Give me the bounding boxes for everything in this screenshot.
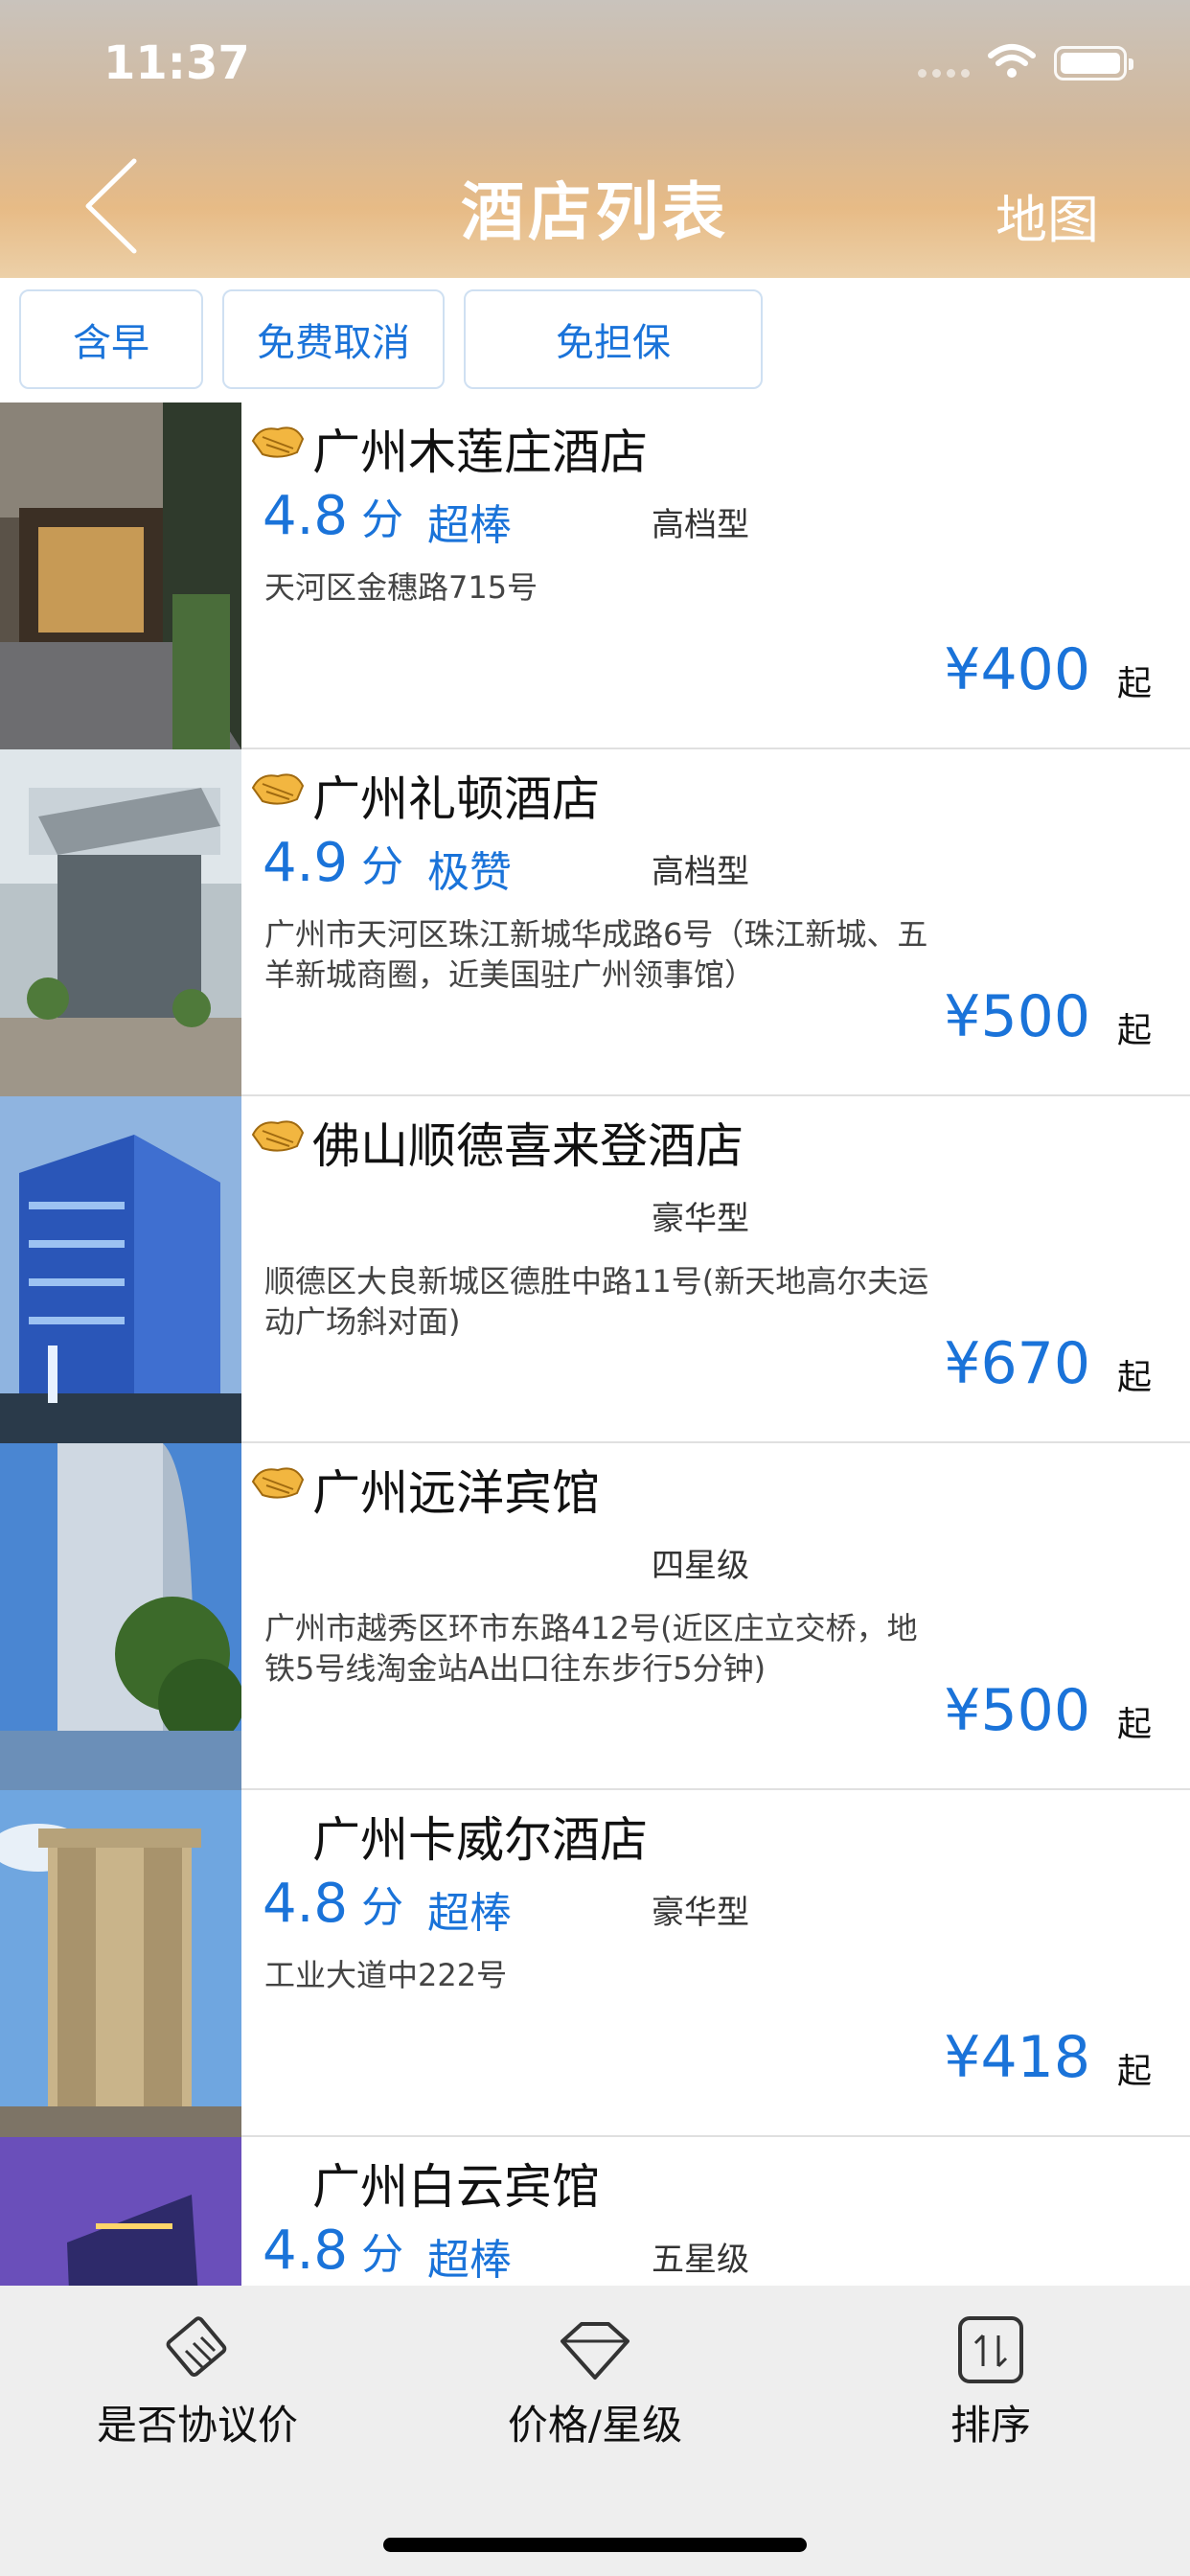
- sort-icon: [958, 2316, 1023, 2383]
- diamond-icon: [561, 2322, 629, 2380]
- rating-word: 超棒: [427, 2236, 512, 2285]
- hotel-score: 4.8 分: [263, 485, 404, 547]
- filter-bar: 含早 免费取消 免担保: [0, 278, 1190, 402]
- tab-agreement-price[interactable]: 是否协议价: [25, 2314, 370, 2451]
- hotel-name: 广州白云宾馆: [312, 2159, 600, 2215]
- hotel-card[interactable]: 广州卡威尔酒店 4.8 分 超棒 豪华型 工业大道中222号 ¥418 起: [0, 1790, 1190, 2137]
- agreement-handshake-icon: [251, 1467, 305, 1499]
- rating-word: 超棒: [427, 1889, 512, 1938]
- map-button[interactable]: 地图: [995, 177, 1099, 253]
- filter-chip-no-guarantee[interactable]: 免担保: [464, 289, 763, 389]
- hotel-address: 天河区金穗路715号: [264, 569, 538, 606]
- hotel-address: 广州市天河区珠江新城华成路6号（珠江新城、五羊新城商圈，近美国驻广州领事馆）: [264, 916, 928, 993]
- hotel-score: 4.8 分: [263, 2220, 404, 2282]
- price-suffix: 起: [1116, 1011, 1152, 1050]
- rating-word: 超棒: [427, 501, 512, 550]
- hotel-photo: [0, 1096, 241, 1443]
- hotel-photo: [0, 402, 241, 749]
- tab-sort[interactable]: 排序: [818, 2314, 1163, 2451]
- hotel-photo: [0, 1443, 241, 1790]
- price-suffix: 起: [1116, 1705, 1152, 1744]
- status-time: 11:37: [103, 36, 250, 90]
- hotel-name: 广州木莲庄酒店: [312, 425, 648, 480]
- tab-price-star[interactable]: 价格/星级: [423, 2314, 767, 2451]
- hotel-photo: [0, 1790, 241, 2137]
- home-indicator: [383, 2538, 807, 2552]
- hotel-score: 4.8 分: [263, 1873, 404, 1935]
- price-suffix: 起: [1116, 664, 1152, 703]
- battery-icon: [1054, 46, 1133, 80]
- hotel-grade: 高档型: [652, 853, 749, 891]
- hotel-price: ¥418: [944, 2024, 1090, 2091]
- hotel-card[interactable]: 佛山顺德喜来登酒店 豪华型 顺德区大良新城区德胜中路11号(新天地高尔夫运动广场…: [0, 1096, 1190, 1443]
- hotel-price: ¥670: [944, 1330, 1090, 1397]
- hotel-list[interactable]: 广州木莲庄酒店 4.8 分 超棒 高档型 天河区金穗路715号 ¥400 起 广州…: [0, 402, 1190, 2286]
- hotel-grade: 豪华型: [652, 1200, 749, 1238]
- tab-label: 价格/星级: [507, 2402, 683, 2449]
- hotel-address: 工业大道中222号: [264, 1957, 508, 1993]
- handshake-icon: [166, 2316, 227, 2378]
- hotel-name: 佛山顺德喜来登酒店: [312, 1118, 744, 1174]
- hotel-photo: [0, 749, 241, 1096]
- hotel-grade: 豪华型: [652, 1894, 749, 1932]
- hotel-card[interactable]: 广州远洋宾馆 四星级 广州市越秀区环市东路412号(近区庄立交桥，地铁5号线淘金…: [0, 1443, 1190, 1790]
- hotel-card[interactable]: 广州白云宾馆 4.8 分 超棒 五星级: [0, 2137, 1190, 2286]
- price-suffix: 起: [1116, 1358, 1152, 1397]
- hotel-address: 广州市越秀区环市东路412号(近区庄立交桥，地铁5号线淘金站A出口往东步行5分钟…: [264, 1610, 918, 1687]
- filter-chip-free-cancel[interactable]: 免费取消: [222, 289, 445, 389]
- agreement-handshake-icon: [251, 426, 305, 458]
- hotel-price: ¥400: [944, 636, 1090, 703]
- price-suffix: 起: [1116, 2052, 1152, 2091]
- filter-chip-breakfast[interactable]: 含早: [19, 289, 203, 389]
- agreement-handshake-icon: [251, 773, 305, 805]
- hotel-grade: 高档型: [652, 506, 749, 544]
- hotel-price: ¥500: [944, 983, 1090, 1050]
- hotel-card[interactable]: 广州木莲庄酒店 4.8 分 超棒 高档型 天河区金穗路715号 ¥400 起: [0, 402, 1190, 749]
- hotel-address: 顺德区大良新城区德胜中路11号(新天地高尔夫运动广场斜对面): [264, 1263, 929, 1340]
- hotel-grade: 四星级: [652, 1547, 749, 1585]
- signal-icon: [918, 69, 970, 78]
- hotel-name: 广州礼顿酒店: [312, 771, 600, 827]
- bottom-toolbar: 是否协议价 价格/星级 排序: [0, 2286, 1190, 2576]
- hotel-card[interactable]: 广州礼顿酒店 4.9 分 极赞 高档型 广州市天河区珠江新城华成路6号（珠江新城、…: [0, 749, 1190, 1096]
- rating-word: 极赞: [427, 848, 512, 897]
- hotel-name: 广州卡威尔酒店: [312, 1812, 648, 1868]
- nav-header: 11:37 酒店列表 地图: [0, 0, 1190, 278]
- hotel-grade: 五星级: [652, 2241, 749, 2279]
- tab-label: 排序: [950, 2402, 1031, 2449]
- tab-label: 是否协议价: [96, 2402, 298, 2449]
- wifi-icon: [988, 44, 1036, 78]
- agreement-handshake-icon: [251, 1120, 305, 1152]
- hotel-score: 4.9 分: [263, 832, 404, 894]
- hotel-photo: [0, 2137, 241, 2286]
- hotel-price: ¥500: [944, 1677, 1090, 1744]
- hotel-name: 广州远洋宾馆: [312, 1465, 600, 1521]
